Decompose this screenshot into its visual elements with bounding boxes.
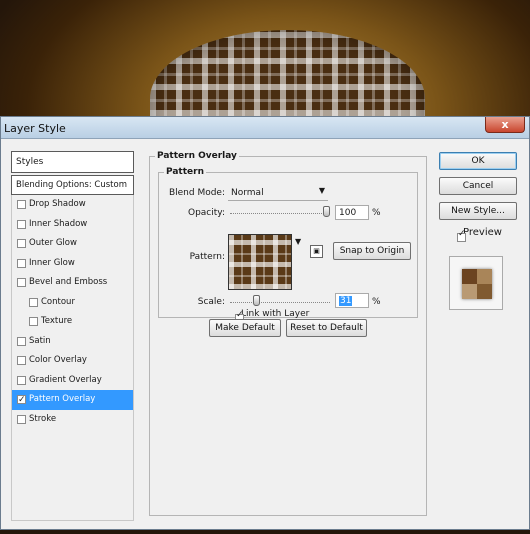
close-button[interactable]: x bbox=[485, 117, 525, 133]
snap-to-origin-button[interactable]: Snap to Origin bbox=[333, 242, 411, 260]
style-checkbox[interactable] bbox=[17, 414, 26, 424]
style-item-label: Pattern Overlay bbox=[29, 394, 96, 404]
opacity-slider-handle[interactable] bbox=[323, 206, 330, 217]
pattern-label: Pattern: bbox=[189, 252, 225, 262]
preview-label: Preview bbox=[463, 227, 502, 238]
style-item-color-overlay[interactable]: Color Overlay bbox=[11, 351, 134, 371]
preview-checkbox[interactable] bbox=[457, 229, 466, 242]
style-item-label: Texture bbox=[41, 316, 73, 326]
style-checkbox[interactable] bbox=[17, 336, 26, 346]
style-item-label: Gradient Overlay bbox=[29, 374, 102, 385]
preview-thumbnail bbox=[462, 269, 492, 299]
style-item-inner-glow[interactable]: Inner Glow bbox=[11, 253, 134, 273]
style-item-label: Drop Shadow bbox=[29, 199, 86, 209]
scale-value: 31 bbox=[339, 296, 353, 306]
style-checkbox[interactable] bbox=[17, 200, 26, 209]
list-empty-area bbox=[11, 429, 134, 521]
link-with-layer-row[interactable]: Link with Layer bbox=[230, 309, 310, 323]
link-with-layer-label: Link with Layer bbox=[241, 309, 310, 319]
style-item-gradient-overlay[interactable]: Gradient Overlay bbox=[11, 370, 134, 390]
style-item-drop-shadow[interactable]: Drop Shadow bbox=[11, 195, 134, 215]
style-item-texture[interactable]: Texture bbox=[11, 312, 134, 332]
style-item-label: Satin bbox=[29, 335, 51, 346]
opacity-slider-track[interactable] bbox=[230, 213, 330, 216]
style-checkbox[interactable] bbox=[17, 356, 26, 365]
style-item-pattern-overlay[interactable]: Pattern Overlay bbox=[11, 390, 134, 411]
style-item-label: Contour bbox=[41, 296, 75, 307]
style-checkbox[interactable] bbox=[17, 391, 26, 411]
style-item-contour[interactable]: Contour bbox=[11, 292, 134, 312]
window-title: Layer Style bbox=[4, 122, 66, 135]
style-item-bevel-and-emboss[interactable]: Bevel and Emboss bbox=[11, 273, 134, 293]
blend-mode-select[interactable]: Normal ▼ bbox=[228, 186, 328, 201]
style-checkbox[interactable] bbox=[17, 219, 26, 229]
pattern-overlay-group: Pattern Overlay Pattern Blend Mode: Norm… bbox=[149, 151, 427, 516]
pattern-picker-arrow-icon[interactable]: ▼ bbox=[295, 237, 301, 246]
blending-options-item[interactable]: Blending Options: Custom bbox=[11, 175, 134, 195]
ok-button[interactable]: OK bbox=[439, 152, 517, 170]
style-checkbox[interactable] bbox=[29, 317, 38, 326]
style-item-label: Stroke bbox=[29, 413, 57, 424]
pattern-subgroup: Pattern Blend Mode: Normal ▼ Opacity: 10… bbox=[158, 167, 418, 323]
preview-row[interactable]: Preview bbox=[452, 227, 502, 242]
style-items: Drop Shadow Inner Shadow Outer Glow Inner G… bbox=[11, 195, 134, 429]
style-item-satin[interactable]: Satin bbox=[11, 331, 134, 351]
layer-style-dialog: Layer Style x Styles Blending Options: C… bbox=[0, 116, 530, 530]
opacity-label: Opacity: bbox=[188, 208, 225, 218]
opacity-input[interactable]: 100 bbox=[335, 205, 369, 220]
scale-unit: % bbox=[372, 297, 381, 307]
titlebar: Layer Style x bbox=[1, 117, 529, 139]
style-checkbox[interactable] bbox=[17, 258, 26, 268]
scale-label: Scale: bbox=[197, 297, 225, 307]
style-item-outer-glow[interactable]: Outer Glow bbox=[11, 234, 134, 254]
reset-to-default-button[interactable]: Reset to Default bbox=[286, 319, 367, 337]
styles-list: Styles Blending Options: Custom Drop Sha… bbox=[11, 151, 134, 521]
dropdown-arrow-icon: ▼ bbox=[318, 186, 325, 195]
style-checkbox[interactable] bbox=[17, 239, 26, 248]
style-item-label: Outer Glow bbox=[29, 238, 77, 248]
style-checkbox[interactable] bbox=[29, 297, 38, 307]
style-preview bbox=[449, 256, 503, 310]
style-checkbox[interactable] bbox=[17, 278, 26, 287]
styles-header[interactable]: Styles bbox=[11, 151, 134, 173]
cancel-button[interactable]: Cancel bbox=[439, 177, 517, 195]
new-style-button[interactable]: New Style... bbox=[439, 202, 517, 220]
style-item-inner-shadow[interactable]: Inner Shadow bbox=[11, 214, 134, 234]
scale-slider-track[interactable] bbox=[230, 302, 330, 305]
style-item-label: Inner Glow bbox=[29, 257, 75, 268]
style-checkbox[interactable] bbox=[17, 375, 26, 385]
blend-mode-label: Blend Mode: bbox=[168, 188, 225, 198]
opacity-unit: % bbox=[372, 208, 381, 218]
style-item-label: Color Overlay bbox=[29, 355, 87, 365]
pattern-subtitle: Pattern bbox=[164, 167, 206, 177]
style-item-label: Inner Shadow bbox=[29, 218, 88, 229]
make-default-button[interactable]: Make Default bbox=[209, 319, 281, 337]
style-item-stroke[interactable]: Stroke bbox=[11, 409, 134, 429]
style-item-label: Bevel and Emboss bbox=[29, 277, 108, 287]
scale-input[interactable]: 31 bbox=[335, 293, 369, 308]
blend-mode-value: Normal bbox=[231, 188, 264, 198]
scale-slider-handle[interactable] bbox=[253, 295, 260, 306]
new-preset-icon[interactable]: ▣ bbox=[310, 245, 323, 258]
pattern-overlay-title: Pattern Overlay bbox=[155, 151, 239, 161]
pattern-swatch[interactable] bbox=[228, 234, 292, 290]
